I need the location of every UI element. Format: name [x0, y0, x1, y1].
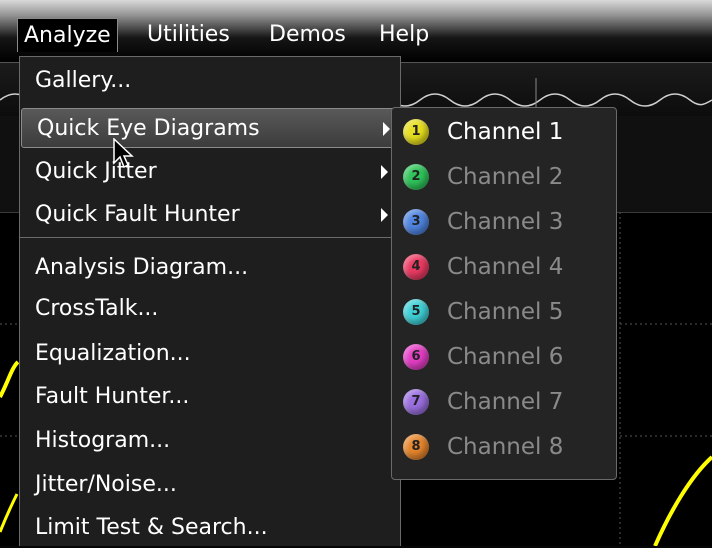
submenu-item-channel-3[interactable]: 3 Channel 3	[392, 200, 616, 244]
analyze-dropdown-menu: Gallery... Quick Eye Diagrams Quick Jitt…	[19, 56, 401, 546]
submenu-item-channel-6[interactable]: 6 Channel 6	[392, 335, 616, 379]
menu-item-equalization[interactable]: Equalization...	[20, 334, 400, 374]
submenu-item-channel-4[interactable]: 4 Channel 4	[392, 245, 616, 289]
menu-bar: Analyze Utilities Demos Help	[0, 0, 712, 62]
menu-demos[interactable]: Demos	[263, 18, 352, 52]
menu-item-limit-test-search[interactable]: Limit Test & Search...	[20, 508, 400, 548]
menu-utilities[interactable]: Utilities	[141, 18, 236, 52]
menu-item-crosstalk[interactable]: CrossTalk...	[20, 289, 400, 329]
channel-1-trace	[0, 360, 20, 398]
menu-item-gallery[interactable]: Gallery...	[20, 61, 400, 101]
submenu-item-channel-8[interactable]: 8 Channel 8	[392, 425, 616, 469]
channel-label: Channel 8	[447, 434, 564, 460]
mouse-pointer-icon	[113, 138, 134, 169]
channel-3-icon: 3	[403, 209, 429, 235]
menu-separator	[20, 237, 400, 238]
submenu-arrow-icon	[381, 165, 388, 179]
menu-item-histogram[interactable]: Histogram...	[20, 421, 400, 461]
submenu-arrow-icon	[381, 208, 388, 222]
submenu-item-channel-5[interactable]: 5 Channel 5	[392, 290, 616, 334]
submenu-item-channel-1[interactable]: 1 Channel 1	[392, 110, 616, 154]
channel-5-icon: 5	[403, 299, 429, 325]
menu-item-label: Quick Eye Diagrams	[37, 116, 260, 141]
menu-help[interactable]: Help	[373, 18, 435, 52]
channel-6-icon: 6	[403, 344, 429, 370]
channel-label: Channel 3	[447, 209, 564, 235]
menu-item-analysis-diagram[interactable]: Analysis Diagram...	[20, 248, 400, 288]
menu-analyze[interactable]: Analyze	[17, 18, 118, 52]
channel-label: Channel 2	[447, 164, 564, 190]
menu-item-label: Quick Jitter	[35, 159, 157, 184]
menu-item-label: Quick Fault Hunter	[35, 202, 240, 227]
channel-2-icon: 2	[403, 164, 429, 190]
channel-label: Channel 5	[447, 299, 564, 325]
menu-item-quick-eye-diagrams[interactable]: Quick Eye Diagrams	[21, 108, 399, 148]
submenu-arrow-icon	[383, 122, 390, 136]
channel-label: Channel 6	[447, 344, 564, 370]
channel-1-icon: 1	[403, 119, 429, 145]
submenu-item-channel-7[interactable]: 7 Channel 7	[392, 380, 616, 424]
channel-4-icon: 4	[403, 254, 429, 280]
channel-label: Channel 4	[447, 254, 564, 280]
submenu-item-channel-2[interactable]: 2 Channel 2	[392, 155, 616, 199]
channel-label: Channel 1	[447, 119, 564, 145]
channel-8-icon: 8	[403, 434, 429, 460]
channel-7-icon: 7	[403, 389, 429, 415]
channel-submenu: 1 Channel 1 2 Channel 2 3 Channel 3 4 Ch…	[391, 107, 617, 480]
menu-item-quick-fault-hunter[interactable]: Quick Fault Hunter	[20, 195, 400, 235]
menu-item-fault-hunter[interactable]: Fault Hunter...	[20, 377, 400, 417]
menu-item-quick-jitter[interactable]: Quick Jitter	[20, 152, 400, 192]
menu-item-jitter-noise[interactable]: Jitter/Noise...	[20, 465, 400, 505]
channel-label: Channel 7	[447, 389, 564, 415]
